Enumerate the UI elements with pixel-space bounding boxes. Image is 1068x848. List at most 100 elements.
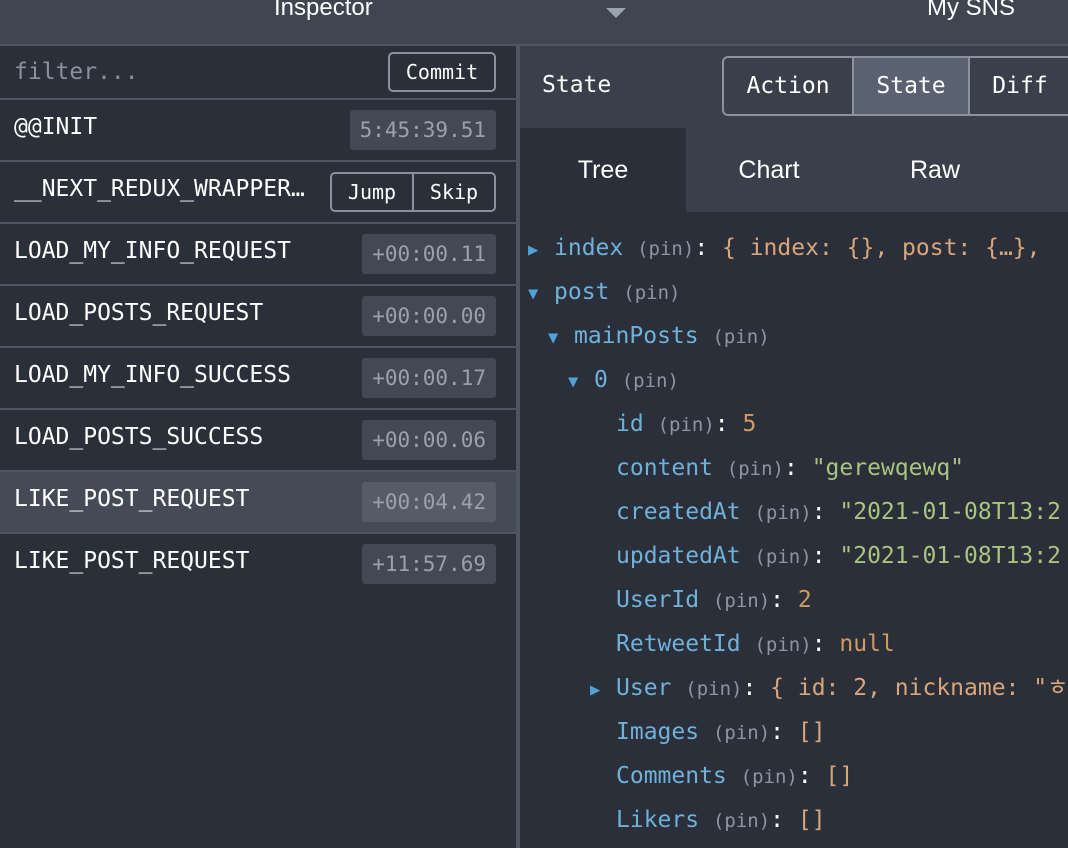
pin-button[interactable]: (pin) bbox=[658, 414, 715, 436]
tree-leaf-userid: UserId (pin): 2 bbox=[616, 587, 812, 613]
tree-node-post[interactable]: ▼ post (pin) bbox=[528, 272, 680, 312]
tree-value: [] bbox=[825, 763, 854, 789]
action-item[interactable]: LOAD_POSTS_REQUEST +00:00.00 bbox=[0, 286, 516, 348]
tree-key: User bbox=[616, 675, 672, 701]
tree-leaf-comments: Comments (pin): [] bbox=[616, 763, 854, 789]
action-item[interactable]: LOAD_MY_INFO_REQUEST +00:00.11 bbox=[0, 224, 516, 286]
tree-key: Likers bbox=[616, 807, 700, 833]
tree-key: Comments bbox=[616, 763, 727, 789]
jump-button[interactable]: Jump bbox=[332, 174, 414, 210]
pin-button[interactable]: (pin) bbox=[754, 634, 811, 656]
tree-node-index[interactable]: ▶ index (pin): { index: {}, post: {…}, bbox=[528, 228, 1041, 268]
tree-value: null bbox=[839, 631, 895, 657]
tree-value: "2021-01-08T13:2 bbox=[839, 499, 1061, 525]
action-name: LIKE_POST_REQUEST bbox=[14, 486, 250, 512]
tab-raw[interactable]: Raw bbox=[852, 128, 1018, 212]
pin-button[interactable]: (pin) bbox=[637, 238, 694, 260]
collapse-arrow-icon[interactable]: ▼ bbox=[568, 362, 594, 402]
action-name: LIKE_POST_REQUEST bbox=[14, 548, 250, 574]
action-item[interactable]: @@INIT 5:45:39.51 bbox=[0, 100, 516, 162]
state-panel: State Action State Diff Tree Chart Raw ▶… bbox=[520, 46, 1068, 848]
action-list-panel: Commit @@INIT 5:45:39.51 __NEXT_REDUX_WR… bbox=[0, 46, 516, 848]
tab-diff[interactable]: Diff bbox=[970, 58, 1068, 114]
filter-input[interactable] bbox=[0, 46, 396, 98]
state-header: State Action State Diff bbox=[520, 46, 1068, 128]
tree-key: createdAt bbox=[616, 499, 741, 525]
action-item[interactable]: LIKE_POST_REQUEST +11:57.69 bbox=[0, 534, 516, 594]
action-name: __NEXT_REDUX_WRAPPER… bbox=[14, 176, 305, 202]
tree-key: updatedAt bbox=[616, 543, 741, 569]
pin-button[interactable]: (pin) bbox=[622, 370, 679, 392]
state-tree: ▶ index (pin): { index: {}, post: {…}, ▼ p… bbox=[520, 212, 1068, 848]
tree-leaf-id: id (pin): 5 bbox=[616, 411, 757, 437]
node-preview: { index: {}, post: {…}, bbox=[722, 235, 1041, 261]
pin-button[interactable]: (pin) bbox=[754, 546, 811, 568]
tab-action[interactable]: Action bbox=[724, 58, 854, 114]
tree-key: Images bbox=[616, 719, 700, 745]
tree-leaf-content: content (pin): "gerewqewq" bbox=[616, 455, 965, 481]
tree-leaf-images: Images (pin): [] bbox=[616, 719, 826, 745]
action-time: +00:00.00 bbox=[362, 296, 496, 336]
chevron-down-icon[interactable] bbox=[606, 8, 626, 18]
tree-value: 2 bbox=[797, 587, 812, 613]
expand-arrow-icon[interactable]: ▶ bbox=[590, 670, 616, 710]
tree-leaf-likers: Likers (pin): [] bbox=[616, 807, 826, 833]
action-item[interactable]: LOAD_POSTS_SUCCESS +00:00.06 bbox=[0, 410, 516, 472]
tree-key: mainPosts bbox=[574, 323, 699, 349]
action-name: LOAD_POSTS_SUCCESS bbox=[14, 424, 264, 450]
expand-arrow-icon[interactable]: ▶ bbox=[528, 230, 554, 270]
collapse-arrow-icon[interactable]: ▼ bbox=[548, 318, 574, 358]
tree-leaf-updatedat: updatedAt (pin): "2021-01-08T13:2 bbox=[616, 543, 1061, 569]
action-time: +00:04.42 bbox=[362, 482, 496, 522]
mode-switcher: Action State Diff bbox=[722, 56, 1068, 116]
action-time: +11:57.69 bbox=[362, 544, 496, 584]
tree-leaf-createdat: createdAt (pin): "2021-01-08T13:2 bbox=[616, 499, 1061, 525]
collapse-arrow-icon[interactable]: ▼ bbox=[528, 274, 554, 314]
pin-button[interactable]: (pin) bbox=[623, 282, 680, 304]
action-name: LOAD_MY_INFO_SUCCESS bbox=[14, 362, 291, 388]
skip-button[interactable]: Skip bbox=[414, 174, 494, 210]
pin-button[interactable]: (pin) bbox=[713, 722, 770, 744]
tree-node-mainposts[interactable]: ▼ mainPosts (pin) bbox=[548, 316, 770, 356]
action-time: +00:00.06 bbox=[362, 420, 496, 460]
action-name: LOAD_POSTS_REQUEST bbox=[14, 300, 264, 326]
pin-button[interactable]: (pin) bbox=[713, 810, 770, 832]
action-item-selected[interactable]: LIKE_POST_REQUEST +00:04.42 bbox=[0, 472, 516, 534]
tab-state[interactable]: State bbox=[854, 58, 970, 114]
tree-node-user[interactable]: ▶ User (pin): { id: 2, nickname: "ㅎ bbox=[590, 668, 1068, 708]
pin-button[interactable]: (pin) bbox=[727, 458, 784, 480]
tree-leaf-retweetid: RetweetId (pin): null bbox=[616, 631, 895, 657]
pin-button[interactable]: (pin) bbox=[754, 502, 811, 524]
commit-button[interactable]: Commit bbox=[388, 52, 496, 92]
monitor-title[interactable]: Inspector bbox=[274, 0, 373, 22]
instance-selector[interactable]: My SNS bbox=[927, 0, 1015, 22]
action-time: 5:45:39.51 bbox=[349, 110, 496, 150]
action-time: +00:00.17 bbox=[362, 358, 496, 398]
panel-label: State bbox=[542, 72, 612, 98]
pin-button[interactable]: (pin) bbox=[712, 326, 769, 348]
tree-value: "2021-01-08T13:2 bbox=[839, 543, 1061, 569]
tab-chart[interactable]: Chart bbox=[686, 128, 852, 212]
tree-value: "gerewqewq" bbox=[811, 455, 965, 481]
jump-skip-group: Jump Skip bbox=[330, 172, 496, 212]
tree-key: RetweetId bbox=[616, 631, 741, 657]
filter-row: Commit bbox=[0, 46, 516, 100]
view-tabs: Tree Chart Raw bbox=[520, 128, 1068, 212]
tree-key: index bbox=[554, 235, 624, 261]
action-item[interactable]: __NEXT_REDUX_WRAPPER… Jump Skip bbox=[0, 162, 516, 224]
action-name: @@INIT bbox=[14, 114, 98, 140]
pin-button[interactable]: (pin) bbox=[741, 766, 798, 788]
top-bar: Inspector My SNS bbox=[0, 0, 1068, 46]
tree-node-item-0[interactable]: ▼ 0 (pin) bbox=[568, 360, 679, 400]
pin-button[interactable]: (pin) bbox=[713, 590, 770, 612]
tree-key: id bbox=[616, 411, 644, 437]
tab-tree[interactable]: Tree bbox=[520, 128, 686, 212]
pin-button[interactable]: (pin) bbox=[685, 678, 742, 700]
tree-value: [] bbox=[797, 719, 826, 745]
action-name: LOAD_MY_INFO_REQUEST bbox=[14, 238, 291, 264]
action-item[interactable]: LOAD_MY_INFO_SUCCESS +00:00.17 bbox=[0, 348, 516, 410]
tree-value: 5 bbox=[742, 411, 757, 437]
tree-value: [] bbox=[797, 807, 826, 833]
tree-key: UserId bbox=[616, 587, 700, 613]
tree-key: content bbox=[616, 455, 713, 481]
